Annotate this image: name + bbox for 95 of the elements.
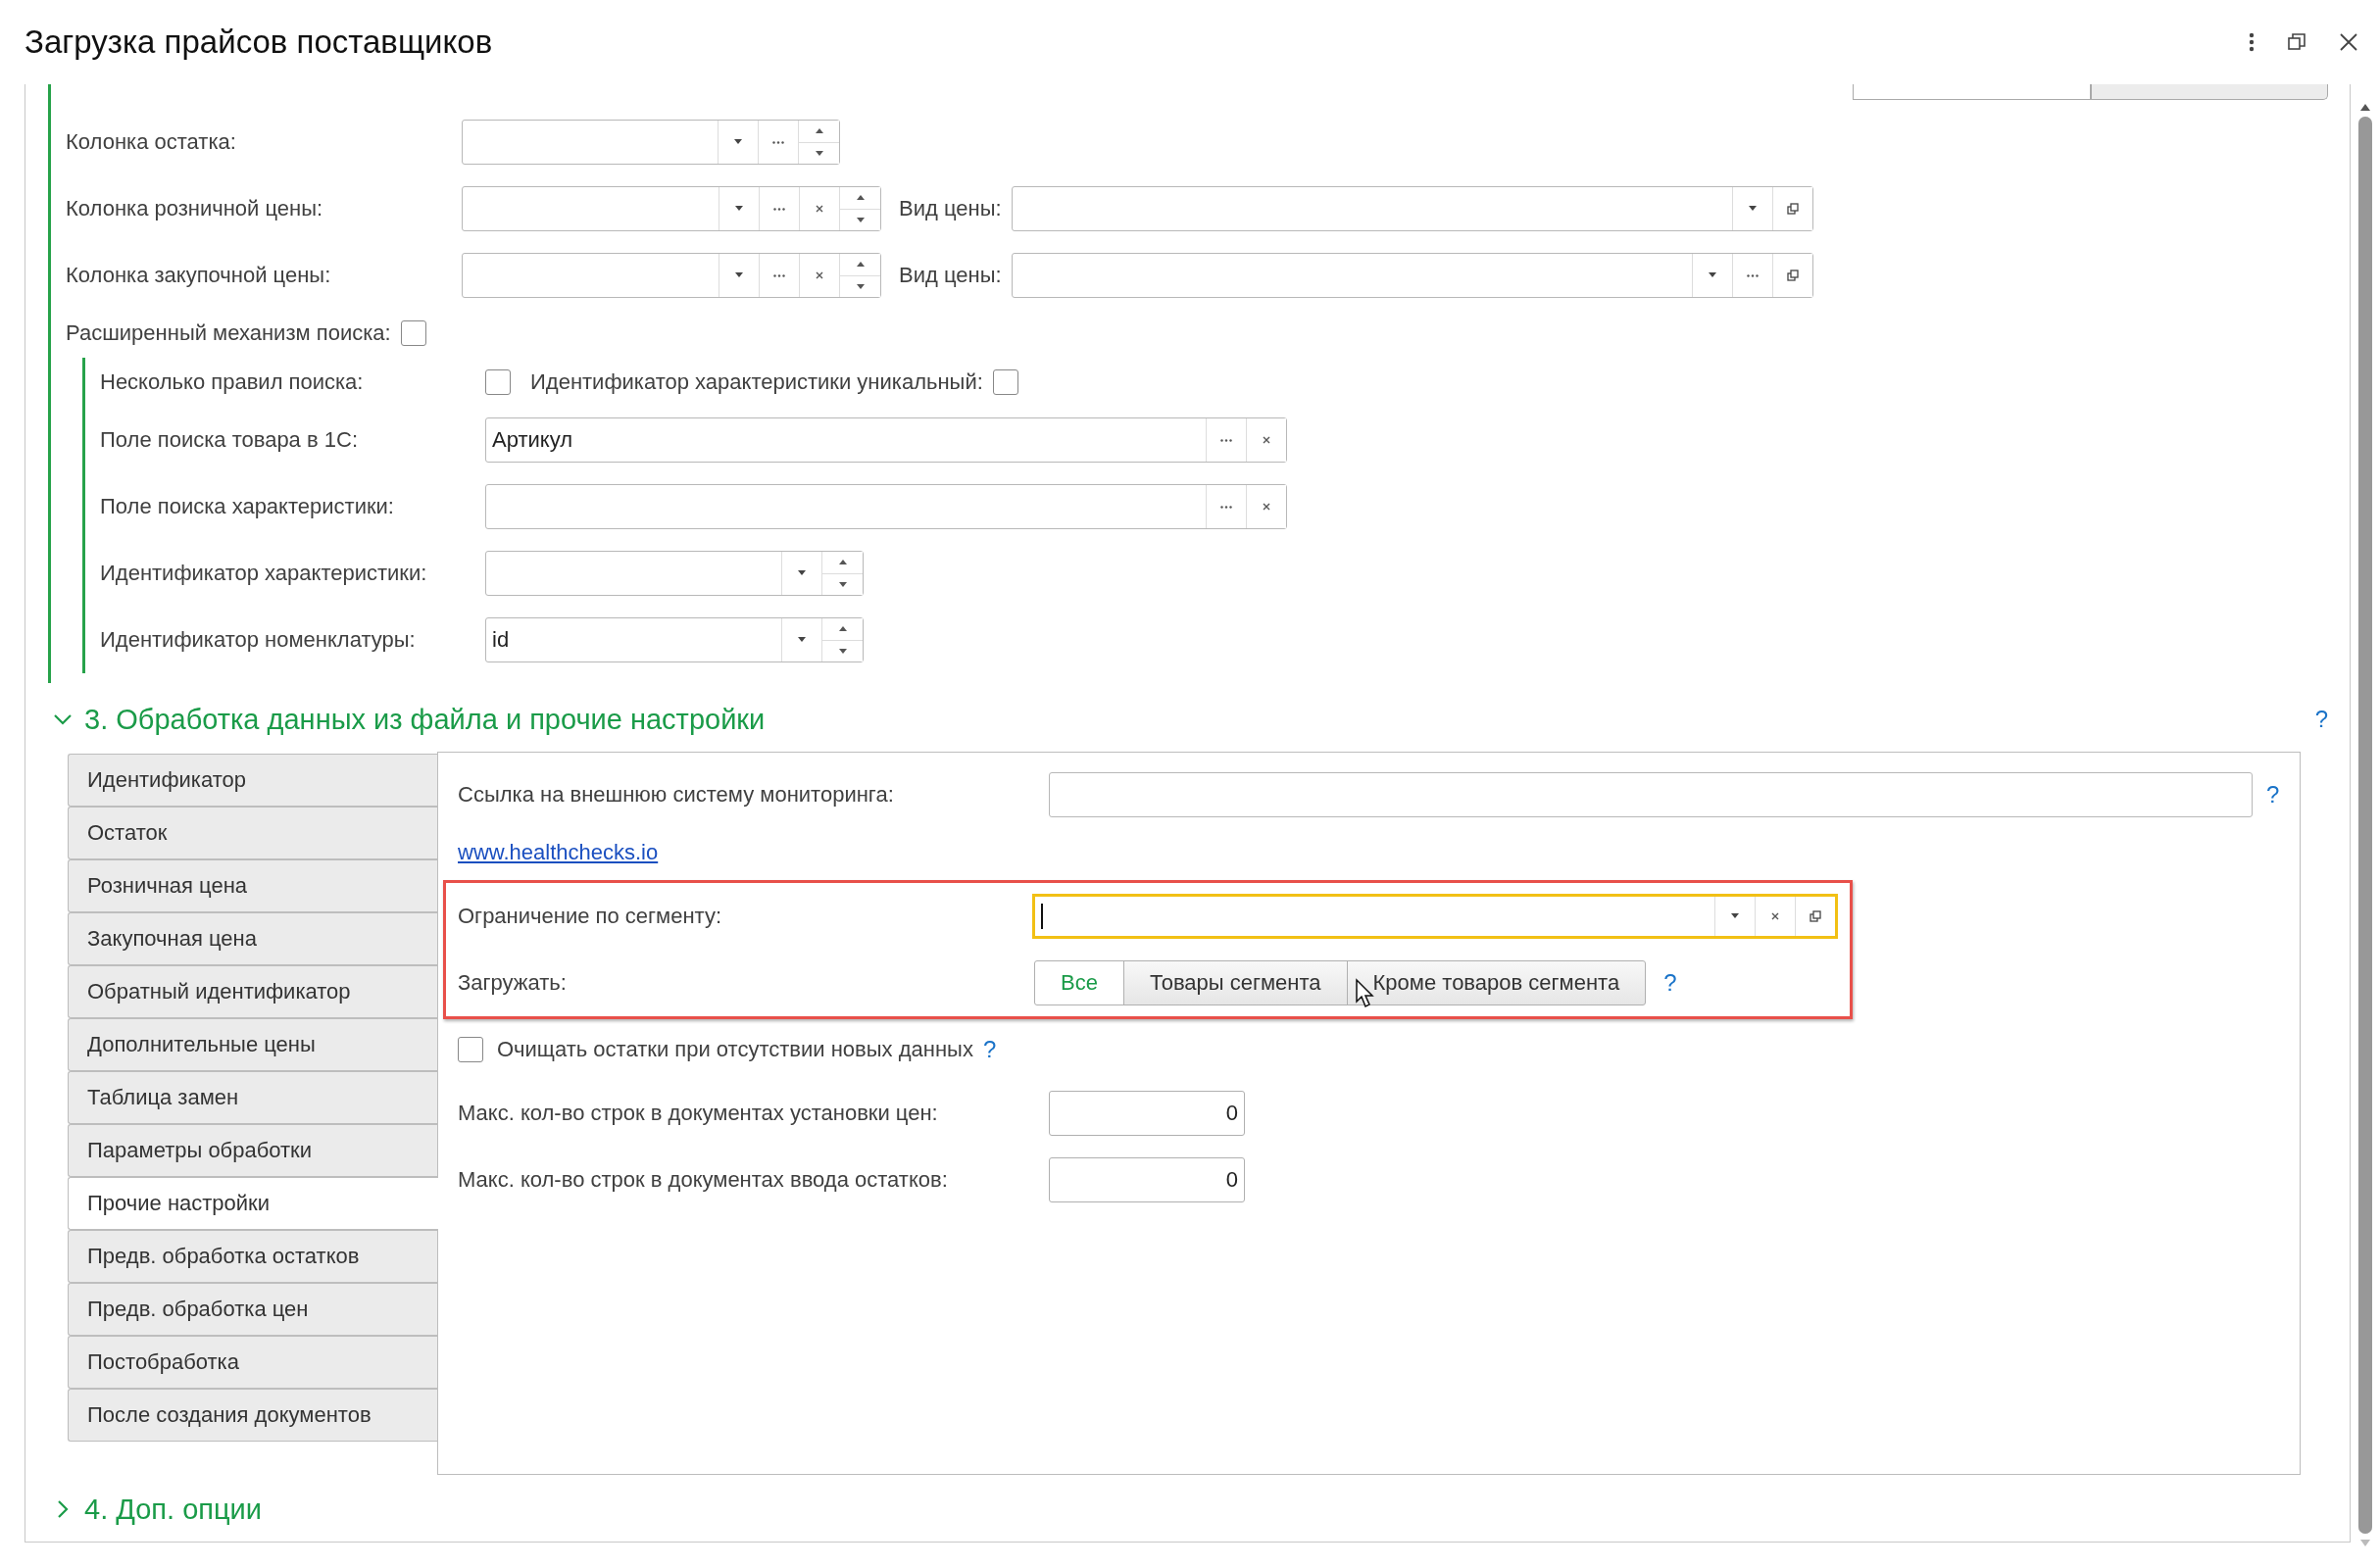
open-button[interactable] (1771, 254, 1812, 297)
tab[interactable]: Прочие настройки (68, 1177, 438, 1230)
checkbox[interactable] (992, 369, 1018, 395)
field-label: Ограничение по сегменту: (458, 904, 722, 929)
select-field[interactable] (1011, 253, 1813, 298)
link[interactable]: www.healthchecks.io (458, 840, 659, 865)
window-title: Загрузка прайсов поставщиков (25, 24, 494, 61)
option-button[interactable]: Кроме товаров сегмента (1346, 960, 1647, 1005)
clear-button[interactable] (1246, 485, 1286, 528)
text-cursor (1040, 904, 1043, 929)
down-arrow-icon (856, 217, 865, 222)
tab[interactable]: Дополнительные цены (68, 1018, 437, 1071)
field-label: Колонка остатка: (66, 129, 237, 155)
number-field[interactable]: 0 (1049, 1157, 1245, 1202)
field-label: Ссылка на внешнюю систему мониторинга: (458, 782, 895, 808)
checkbox[interactable] (400, 320, 426, 346)
up-arrow-icon (838, 626, 847, 632)
field-label: Поле поиска характеристики: (100, 494, 395, 519)
windows-icon (1785, 202, 1800, 216)
input-field[interactable] (1049, 772, 2253, 817)
help-link[interactable]: ? (982, 1036, 997, 1063)
help-link[interactable]: ? (2266, 781, 2280, 808)
open-button[interactable] (1771, 187, 1812, 230)
section-title[interactable]: 4. Доп. опции (84, 1493, 2328, 1526)
down-arrow-icon (815, 150, 823, 156)
tab[interactable]: Розничная цена (68, 859, 437, 912)
select-field[interactable] (462, 186, 881, 231)
spin-down-button[interactable] (840, 274, 880, 297)
up-arrow-icon (815, 128, 823, 134)
field-label: Идентификатор номенклатуры: (100, 627, 417, 653)
input-field[interactable]: Артикул (485, 417, 1287, 463)
tab[interactable]: Идентификатор (68, 754, 437, 807)
help-link[interactable]: ? (1663, 969, 1677, 997)
close-icon[interactable] (2339, 32, 2358, 52)
select-field[interactable] (462, 253, 881, 298)
spin-down-button[interactable] (799, 141, 839, 164)
ellipsis-icon (1220, 438, 1232, 442)
help-link[interactable]: ? (2314, 706, 2328, 733)
field-label: Вид цены: (899, 196, 1002, 221)
windows-icon (1785, 269, 1800, 282)
field-label: Поле поиска товара в 1С: (100, 427, 359, 453)
windows-icon (1809, 909, 1822, 923)
tab[interactable]: Постобработка (68, 1336, 437, 1389)
checkbox-label: Несколько правил поиска: (100, 369, 365, 395)
field-label: Макс. кол-во строк в документах установки цен: (458, 1101, 939, 1126)
select-field[interactable] (1011, 186, 1813, 231)
spin-down-button[interactable] (822, 639, 863, 662)
scroll-down-icon[interactable] (2360, 1540, 2370, 1546)
checkbox-label: Очищать остатки при отсутствии новых данных (497, 1037, 973, 1062)
ellipsis-icon (1746, 273, 1759, 277)
field-label: Колонка розничной цены: (66, 196, 324, 221)
spin-down-button[interactable] (840, 208, 880, 230)
number-field[interactable]: 0 (1049, 1091, 1245, 1136)
mouse-pointer-icon (1356, 978, 1375, 1009)
checkbox[interactable] (485, 369, 511, 395)
section-title[interactable]: 3. Обработка данных из файла и прочие настройки (84, 703, 2315, 736)
down-arrow-icon (838, 581, 847, 587)
partial-button-group[interactable] (1853, 84, 2328, 100)
select-field[interactable]: id (485, 617, 864, 662)
ellipsis-icon (773, 273, 785, 277)
input-field[interactable] (485, 484, 1287, 529)
down-arrow-icon (838, 648, 847, 654)
up-arrow-icon (838, 560, 847, 565)
field-label: Вид цены: (899, 263, 1002, 288)
ellipsis-icon (773, 207, 785, 211)
tab[interactable]: Остаток (68, 807, 437, 859)
more-icon[interactable] (2249, 32, 2255, 52)
spin-down-button[interactable] (822, 572, 863, 595)
tab[interactable]: Предв. обработка остатков (68, 1230, 437, 1283)
checkbox-label: Идентификатор характеристики уникальный: (530, 369, 983, 395)
tab[interactable]: После создания документов (68, 1389, 437, 1442)
scroll-up-icon[interactable] (2360, 104, 2370, 111)
ellipsis-icon (1220, 505, 1232, 509)
option-button[interactable]: Все (1034, 960, 1124, 1005)
clear-button[interactable] (1246, 418, 1286, 462)
field-label: Идентификатор характеристики: (100, 561, 428, 586)
tab[interactable]: Закупочная цена (68, 912, 437, 965)
field-label: Колонка закупочной цены: (66, 263, 332, 288)
tab[interactable]: Предв. обработка цен (68, 1283, 437, 1336)
checkbox[interactable] (458, 1037, 483, 1062)
ellipsis-icon (772, 140, 784, 144)
field-label: Макс. кол-во строк в документах ввода остатков: (458, 1167, 949, 1193)
select-field[interactable] (462, 120, 840, 165)
checkbox-label: Расширенный механизм поиска: (66, 320, 391, 346)
select-field[interactable] (1031, 894, 1838, 939)
select-field[interactable] (485, 551, 864, 596)
up-arrow-icon (856, 195, 865, 201)
field-label: Загружать: (458, 970, 568, 996)
tab[interactable]: Обратный идентификатор (68, 965, 437, 1018)
restore-icon[interactable] (2288, 33, 2306, 51)
up-arrow-icon (856, 262, 865, 268)
down-arrow-icon (856, 283, 865, 289)
option-button[interactable]: Товары сегмента (1122, 960, 1348, 1005)
tab[interactable]: Таблица замен (68, 1071, 437, 1124)
tab[interactable]: Параметры обработки (68, 1124, 437, 1177)
